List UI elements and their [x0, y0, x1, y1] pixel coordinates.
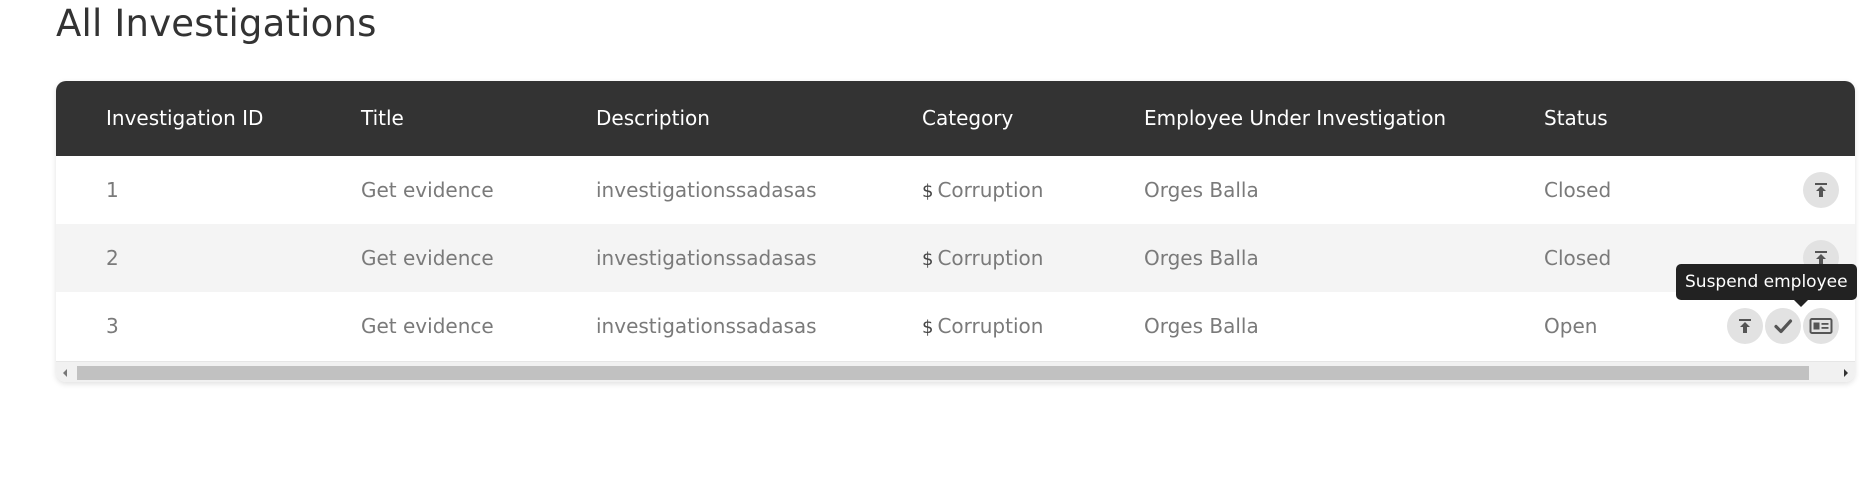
- cell-status: Open: [1544, 314, 1598, 338]
- caret-left-icon: [63, 368, 67, 377]
- suspend-employee-tooltip: Suspend employee: [1676, 264, 1857, 307]
- scroll-right-button[interactable]: [1837, 362, 1855, 382]
- cell-category: $ Corruption: [922, 224, 1043, 292]
- cell-category-label: Corruption: [937, 314, 1044, 338]
- horizontal-scrollbar[interactable]: [56, 361, 1855, 382]
- cell-employee: Orges Balla: [1144, 178, 1259, 202]
- cell-title: Get evidence: [361, 314, 494, 338]
- cell-description: investigationssadasas: [596, 178, 817, 202]
- cell-investigation-id: 2: [106, 246, 119, 270]
- investigations-table: Investigation ID Title Description Categ…: [56, 81, 1855, 382]
- cell-category-label: Corruption: [937, 246, 1044, 270]
- check-icon: [1774, 319, 1793, 334]
- cell-category: $ Corruption: [922, 292, 1043, 360]
- caret-right-icon: [1844, 368, 1848, 377]
- cell-investigation-id: 1: [106, 178, 119, 202]
- dollar-icon: $: [922, 181, 934, 202]
- upload-icon: [1815, 183, 1827, 197]
- table-row: 3 Get evidence investigationssadasas $ Co…: [56, 292, 1855, 360]
- id-card-icon: [1809, 318, 1833, 334]
- cell-title: Get evidence: [361, 178, 494, 202]
- column-header-employee[interactable]: Employee Under Investigation: [1144, 81, 1446, 156]
- upload-button[interactable]: [1727, 308, 1763, 344]
- column-header-description[interactable]: Description: [596, 81, 710, 156]
- table-row: 1 Get evidence investigationssadasas $ Co…: [56, 156, 1855, 224]
- cell-description: investigationssadasas: [596, 246, 817, 270]
- dollar-icon: $: [922, 249, 934, 270]
- cell-investigation-id: 3: [106, 314, 119, 338]
- page-title: All Investigations: [56, 2, 377, 45]
- cell-employee: Orges Balla: [1144, 246, 1259, 270]
- column-header-title[interactable]: Title: [361, 81, 404, 156]
- cell-status: Closed: [1544, 246, 1612, 270]
- upload-button[interactable]: [1803, 172, 1839, 208]
- table-header: Investigation ID Title Description Categ…: [56, 81, 1855, 156]
- column-header-investigation-id[interactable]: Investigation ID: [106, 81, 263, 156]
- cell-category-label: Corruption: [937, 178, 1044, 202]
- cell-status: Closed: [1544, 178, 1612, 202]
- table-row: 2 Get evidence investigationssadasas $ Co…: [56, 224, 1855, 292]
- cell-description: investigationssadasas: [596, 314, 817, 338]
- cell-category: $ Corruption: [922, 156, 1043, 224]
- scroll-left-button[interactable]: [56, 362, 74, 382]
- upload-icon: [1739, 319, 1751, 333]
- cell-title: Get evidence: [361, 246, 494, 270]
- column-header-category[interactable]: Category: [922, 81, 1013, 156]
- close-investigation-button[interactable]: [1765, 308, 1801, 344]
- suspend-employee-button[interactable]: [1803, 308, 1839, 344]
- scrollbar-thumb[interactable]: [77, 366, 1809, 380]
- column-header-status[interactable]: Status: [1544, 81, 1608, 156]
- cell-employee: Orges Balla: [1144, 314, 1259, 338]
- dollar-icon: $: [922, 317, 934, 338]
